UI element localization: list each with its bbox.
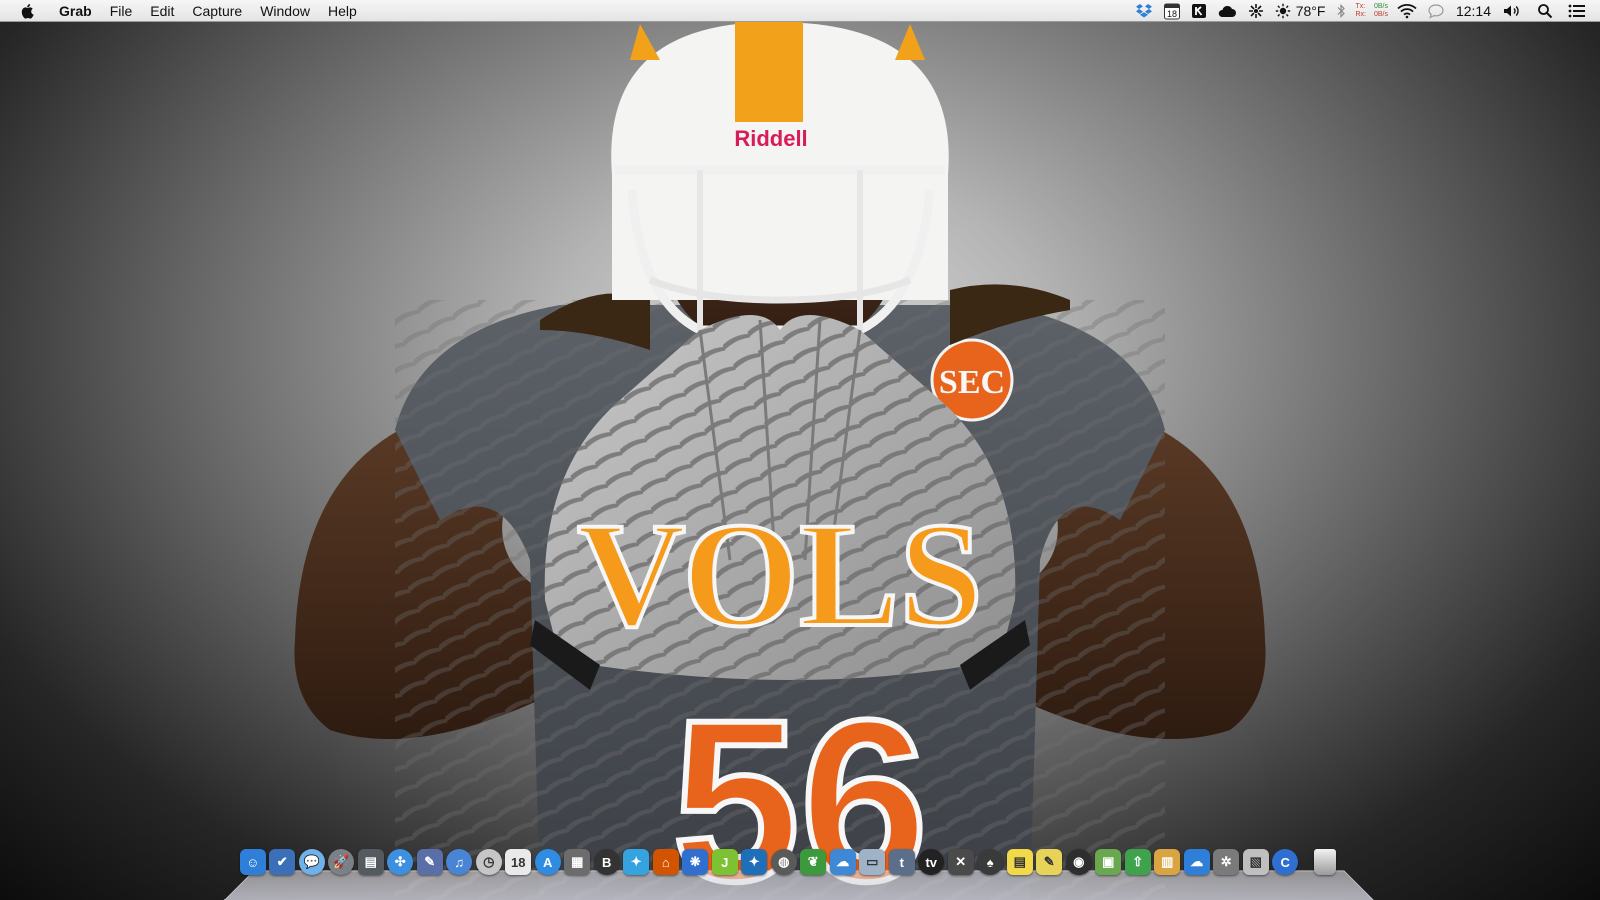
calendar-day-text: 18 bbox=[1167, 9, 1177, 19]
twitter-icon[interactable]: ✦ bbox=[623, 849, 650, 875]
net-rx-value: 0B/s bbox=[1373, 11, 1388, 18]
tools-icon[interactable]: ✕ bbox=[947, 849, 974, 875]
stickies-icon[interactable]: ▤ bbox=[1006, 849, 1033, 875]
chat-bubble-icon[interactable] bbox=[1427, 0, 1445, 22]
upload-icon[interactable]: ⇧ bbox=[1124, 849, 1151, 875]
calculator-icon[interactable]: ▥ bbox=[1154, 849, 1181, 875]
dock: ☺ ✔ 💬 🚀 ▤ ✣ ✎ ♫ ◷ 18 A ▦ B ✦ ⌂ ❋ J ✦ ◍ ❦ ☁ ▭ t tv ✕ ♠ ▤ ✎ ◉ ▣ ⇧ ▥ ☁ ✲ ▧ C bbox=[238, 846, 1338, 878]
calendar-icon[interactable]: 18 bbox=[505, 849, 532, 875]
home-icon[interactable]: ⌂ bbox=[652, 849, 679, 875]
net-tx-value: 0B/s bbox=[1373, 3, 1388, 10]
network-monitor[interactable]: Tx: Rx: bbox=[1355, 3, 1366, 19]
spotlight-search-icon[interactable] bbox=[1537, 0, 1553, 22]
weather-sun-icon[interactable] bbox=[1275, 0, 1291, 22]
system-preferences-icon[interactable]: ✲ bbox=[1213, 849, 1240, 875]
net-rx-label: Rx: bbox=[1355, 11, 1366, 18]
menu-help[interactable]: Help bbox=[319, 0, 366, 22]
net-tx-label: Tx: bbox=[1355, 3, 1366, 10]
app-store-icon[interactable]: A bbox=[534, 849, 561, 875]
k-app-icon[interactable] bbox=[1191, 0, 1207, 22]
notification-center-icon[interactable] bbox=[1568, 0, 1586, 22]
photo-booth-icon[interactable]: ▦ bbox=[564, 849, 591, 875]
trash-icon[interactable] bbox=[1314, 849, 1336, 875]
helmet-brand-text: Riddell bbox=[734, 126, 807, 151]
volume-icon[interactable] bbox=[1502, 0, 1522, 22]
itunes-icon[interactable]: ♫ bbox=[446, 849, 473, 875]
dashboard-icon[interactable]: ▤ bbox=[357, 849, 384, 875]
disk-icon[interactable]: ▭ bbox=[859, 849, 886, 875]
glove-text: VOLS bbox=[577, 492, 982, 658]
menu-bar: Grab File Edit Capture Window Help 18 78… bbox=[0, 0, 1600, 22]
menu-edit[interactable]: Edit bbox=[141, 0, 183, 22]
bluetooth-icon[interactable] bbox=[1336, 0, 1346, 22]
reminders-icon[interactable]: ✔ bbox=[269, 849, 296, 875]
dropbox-icon[interactable] bbox=[1135, 0, 1153, 22]
globe-icon[interactable]: ◍ bbox=[770, 849, 797, 875]
messages-icon[interactable]: 💬 bbox=[298, 849, 325, 875]
image-capture-icon[interactable]: ▧ bbox=[1242, 849, 1269, 875]
menu-app-name[interactable]: Grab bbox=[50, 0, 101, 22]
color-picker-icon[interactable]: ◉ bbox=[1065, 849, 1092, 875]
temperature-text[interactable]: 78°F bbox=[1296, 3, 1326, 19]
fish-icon[interactable]: ❋ bbox=[682, 849, 709, 875]
clock-text[interactable]: 12:14 bbox=[1456, 3, 1491, 19]
sec-patch-text: SEC bbox=[939, 364, 1005, 401]
network-values[interactable]: 0B/s 0B/s bbox=[1374, 3, 1388, 19]
finder-icon[interactable]: ☺ bbox=[239, 849, 266, 875]
menu-capture[interactable]: Capture bbox=[183, 0, 251, 22]
jaksta-icon[interactable]: J bbox=[711, 849, 738, 875]
evernote-icon[interactable]: ❦ bbox=[800, 849, 827, 875]
cloud-icon[interactable] bbox=[1217, 0, 1237, 22]
tweetbot-icon[interactable]: ✦ bbox=[741, 849, 768, 875]
menu-file[interactable]: File bbox=[101, 0, 142, 22]
menu-window[interactable]: Window bbox=[251, 0, 319, 22]
bbedit-icon[interactable]: B bbox=[593, 849, 620, 875]
calendar-icon[interactable]: 18 bbox=[1163, 0, 1181, 22]
radiation-icon[interactable] bbox=[1247, 0, 1265, 22]
desktop-wallpaper: 56 SEC Riddell VOLS bbox=[294, 22, 1266, 900]
apple-menu-icon[interactable] bbox=[20, 3, 36, 19]
status-menus: 18 78°F Tx: Rx: 0B/s 0B/s 12:14 bbox=[1130, 0, 1600, 22]
cloud-icon[interactable]: ☁ bbox=[829, 849, 856, 875]
notes-icon[interactable]: ✎ bbox=[1036, 849, 1063, 875]
safari-icon[interactable]: ✣ bbox=[387, 849, 414, 875]
launchpad-icon[interactable]: 🚀 bbox=[328, 849, 355, 875]
spade-icon[interactable]: ♠ bbox=[977, 849, 1004, 875]
wifi-icon[interactable] bbox=[1397, 0, 1417, 22]
textedit-icon[interactable]: t bbox=[888, 849, 915, 875]
clock-icon[interactable]: ◷ bbox=[475, 849, 502, 875]
monitor-icon[interactable]: ▣ bbox=[1095, 849, 1122, 875]
tv-icon[interactable]: tv bbox=[918, 849, 945, 875]
preview-icon[interactable]: ✎ bbox=[416, 849, 443, 875]
cloud-download-icon[interactable]: ☁ bbox=[1183, 849, 1210, 875]
c-app-icon[interactable]: C bbox=[1272, 849, 1299, 875]
